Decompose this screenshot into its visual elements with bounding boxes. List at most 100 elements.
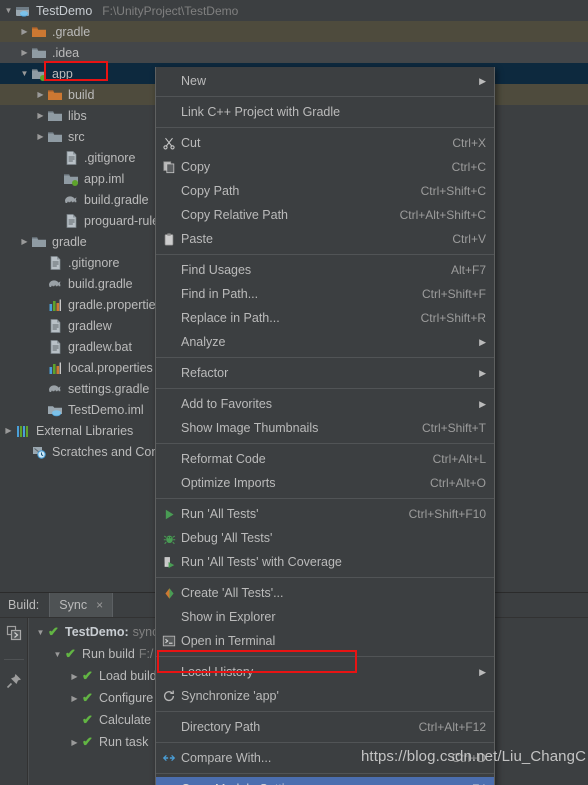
menu-item-optimize-imports[interactable]: Optimize Imports Ctrl+Alt+O <box>156 471 494 495</box>
tree-item-label: TestDemo.iml <box>68 402 144 417</box>
menu-item-shortcut: Ctrl+Shift+T <box>421 421 486 435</box>
menu-item-refactor[interactable]: Refactor ▶ <box>156 361 494 385</box>
menu-item-shortcut: Ctrl+Shift+F10 <box>408 507 486 521</box>
properties-icon <box>47 297 63 313</box>
tree-item-label: app <box>52 66 73 81</box>
terminal-icon <box>160 633 178 649</box>
tree-item-label: build.gradle <box>68 276 133 291</box>
menu-item-label: Replace in Path... <box>181 311 280 325</box>
menu-item-debug-all-tests[interactable]: Debug 'All Tests' <box>156 526 494 550</box>
tree-item-label: gradlew <box>68 318 112 333</box>
menu-item-synchronize-app[interactable]: Synchronize 'app' <box>156 684 494 708</box>
menu-separator <box>156 357 494 358</box>
file-text-icon <box>47 255 63 271</box>
menu-item-label: Add to Favorites <box>181 397 273 411</box>
menu-item-copy-relative-path[interactable]: Copy Relative Path Ctrl+Alt+Shift+C <box>156 203 494 227</box>
menu-icon-blank <box>160 310 178 326</box>
chevron-down-icon[interactable]: ▼ <box>2 0 15 21</box>
menu-item-label: Cut <box>181 136 201 150</box>
menu-item-copy-path[interactable]: Copy Path Ctrl+Shift+C <box>156 179 494 203</box>
menu-item-copy[interactable]: Copy Ctrl+C <box>156 155 494 179</box>
chevron-right-icon[interactable]: ▶ <box>2 420 15 441</box>
menu-item-run-all-tests[interactable]: Run 'All Tests' Ctrl+Shift+F10 <box>156 502 494 526</box>
menu-item-add-to-favorites[interactable]: Add to Favorites ▶ <box>156 392 494 416</box>
close-icon[interactable]: × <box>96 598 103 612</box>
menu-item-shortcut: Ctrl+Shift+C <box>420 184 486 198</box>
menu-icon-blank <box>160 73 178 89</box>
menu-item-label: Show Image Thumbnails <box>181 421 319 435</box>
menu-item-create-all-tests[interactable]: Create 'All Tests'... <box>156 581 494 605</box>
pin-icon[interactable] <box>5 672 23 695</box>
menu-icon-blank <box>160 451 178 467</box>
menu-item-link-c-project-with-gradle[interactable]: Link C++ Project with Gradle <box>156 100 494 124</box>
chevron-right-icon[interactable]: ▶ <box>34 84 47 105</box>
success-check-icon: ✔ <box>82 668 93 683</box>
tree-root-row[interactable]: ▼ TestDemo F:\UnityProject\TestDemo <box>0 0 588 21</box>
chevron-down-icon[interactable]: ▼ <box>33 628 48 637</box>
expand-all-icon[interactable] <box>5 624 23 647</box>
menu-separator <box>156 254 494 255</box>
menu-icon-blank <box>160 609 178 625</box>
menu-item-open-module-settings[interactable]: Open Module SettingsF4 <box>156 777 494 785</box>
chevron-right-icon[interactable]: ▶ <box>34 105 47 126</box>
menu-separator <box>156 498 494 499</box>
chevron-right-icon[interactable]: ▶ <box>67 738 82 747</box>
chevron-down-icon[interactable]: ▼ <box>18 63 31 84</box>
chevron-right-icon: ▶ <box>479 398 486 409</box>
chevron-right-icon[interactable]: ▶ <box>34 126 47 147</box>
chevron-right-icon: ▶ <box>479 75 486 86</box>
ide-window: ▼ TestDemo F:\UnityProject\TestDemo ▶ .gr… <box>0 0 588 785</box>
menu-item-show-in-explorer[interactable]: Show in Explorer <box>156 605 494 629</box>
module-folder-icon <box>31 66 47 82</box>
menu-item-new[interactable]: New ▶ <box>156 69 494 93</box>
context-menu[interactable]: New ▶ Link C++ Project with Gradle Cut Ctrl+… <box>155 67 495 785</box>
success-check-icon: ✔ <box>65 646 76 661</box>
chevron-right-icon[interactable]: ▶ <box>18 231 31 252</box>
build-row-label: Load build <box>99 669 157 683</box>
compare-icon <box>160 750 178 766</box>
chevron-right-icon: ▶ <box>479 367 486 378</box>
menu-item-shortcut: Ctrl+Alt+Shift+C <box>399 208 486 222</box>
libraries-icon <box>15 423 31 439</box>
tree-item-label: .gradle <box>52 24 91 39</box>
tree-item-label: .idea <box>52 45 80 60</box>
chevron-right-icon[interactable]: ▶ <box>18 42 31 63</box>
menu-item-replace-in-path[interactable]: Replace in Path... Ctrl+Shift+R <box>156 306 494 330</box>
build-row-label: Configure <box>99 691 154 705</box>
menu-item-reformat-code[interactable]: Reformat Code Ctrl+Alt+L <box>156 447 494 471</box>
menu-separator <box>156 577 494 578</box>
tab-sync-label: Sync <box>59 598 88 612</box>
chevron-right-icon[interactable]: ▶ <box>67 672 82 681</box>
menu-item-find-usages[interactable]: Find Usages Alt+F7 <box>156 258 494 282</box>
menu-separator <box>156 742 494 743</box>
chevron-right-icon[interactable]: ▶ <box>67 694 82 703</box>
menu-item-local-history[interactable]: Local History ▶ <box>156 660 494 684</box>
menu-item-show-image-thumbnails[interactable]: Show Image Thumbnails Ctrl+Shift+T <box>156 416 494 440</box>
menu-item-cut[interactable]: Cut Ctrl+X <box>156 131 494 155</box>
chevron-right-icon: ▶ <box>479 336 486 347</box>
chevron-down-icon[interactable]: ▼ <box>50 650 65 659</box>
menu-item-shortcut: Ctrl+V <box>452 232 486 246</box>
gradle-elephant-icon <box>47 381 63 397</box>
menu-icon-blank <box>160 207 178 223</box>
chevron-right-icon[interactable]: ▶ <box>18 21 31 42</box>
menu-item-label: Open in Terminal <box>181 634 276 648</box>
file-text-icon <box>47 339 63 355</box>
menu-item-run-all-tests-with-coverage[interactable]: Run 'All Tests' with Coverage <box>156 550 494 574</box>
menu-item-paste[interactable]: Paste Ctrl+V <box>156 227 494 251</box>
menu-item-label: Find Usages <box>181 263 252 277</box>
debug-icon <box>160 530 178 546</box>
success-check-icon: ✔ <box>82 734 93 749</box>
success-check-icon: ✔ <box>82 712 93 727</box>
menu-item-find-in-path[interactable]: Find in Path... Ctrl+Shift+F <box>156 282 494 306</box>
tab-sync[interactable]: Sync × <box>49 593 114 617</box>
menu-item-directory-path[interactable]: Directory Path Ctrl+Alt+F12 <box>156 715 494 739</box>
menu-item-analyze[interactable]: Analyze ▶ <box>156 330 494 354</box>
tree-item-idea[interactable]: ▶ .idea <box>0 42 588 63</box>
menu-item-open-in-terminal[interactable]: Open in Terminal <box>156 629 494 653</box>
properties-icon <box>47 360 63 376</box>
folder-gray-icon <box>31 234 47 250</box>
tree-item-gradle[interactable]: ▶ .gradle <box>0 21 588 42</box>
success-check-icon: ✔ <box>48 624 59 639</box>
tree-item-label: build <box>68 87 95 102</box>
